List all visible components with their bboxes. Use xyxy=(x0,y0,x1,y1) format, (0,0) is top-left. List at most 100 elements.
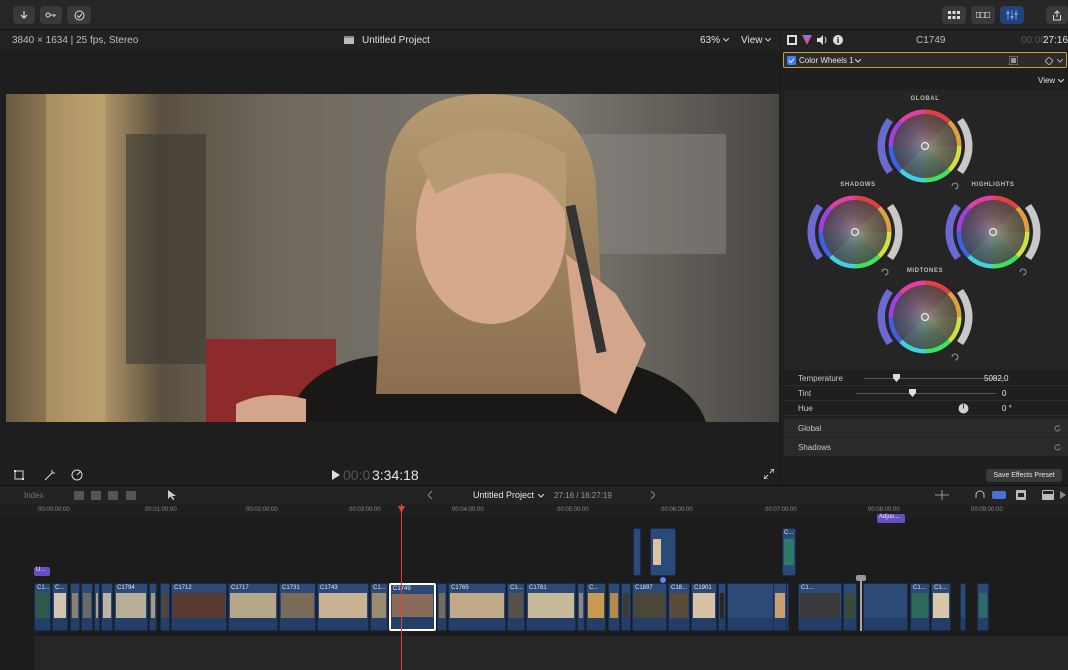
timeline-clip[interactable]: C... xyxy=(52,583,68,631)
timeline-clip[interactable]: C1765 xyxy=(448,583,506,631)
timeline-ruler[interactable]: 00:00:00:00 00:01:00:00 00:02:00:00 00:0… xyxy=(0,504,1068,517)
timeline-clip[interactable] xyxy=(863,583,908,631)
info-icon[interactable] xyxy=(833,35,843,45)
timeline-clip[interactable]: C1731 xyxy=(279,583,316,631)
timeline-clip[interactable] xyxy=(621,583,631,631)
timeline-clip[interactable] xyxy=(437,583,447,631)
viewer-view-menu[interactable]: View xyxy=(741,35,763,46)
timeline-clip[interactable] xyxy=(977,583,989,631)
timeline-clip[interactable]: C18... xyxy=(668,583,690,631)
background-tasks-button[interactable] xyxy=(67,6,91,24)
play-icon[interactable] xyxy=(332,470,340,480)
checkbox-checked-icon[interactable] xyxy=(787,56,796,65)
param-value[interactable]: 0 ° xyxy=(1002,404,1012,413)
reset-icon[interactable] xyxy=(1054,444,1061,451)
index-button[interactable]: Index xyxy=(24,491,44,500)
timeline-clip[interactable] xyxy=(70,583,80,631)
connected-clip[interactable] xyxy=(633,528,641,576)
timeline-clip[interactable]: C1... xyxy=(507,583,525,631)
effect-name[interactable]: Color Wheels 1 xyxy=(799,56,854,65)
timeline-clip[interactable]: C1712 xyxy=(171,583,227,631)
effects-browser-icon[interactable] xyxy=(1042,490,1054,500)
timeline-clip[interactable]: C1897 xyxy=(632,583,667,631)
share-button[interactable] xyxy=(1046,6,1068,24)
mask-icon[interactable] xyxy=(1009,56,1018,65)
chevron-right-icon[interactable] xyxy=(650,491,655,499)
slider-knob[interactable] xyxy=(893,374,900,382)
show-inspector-button[interactable] xyxy=(1000,6,1024,24)
timeline-clip[interactable]: C1901 xyxy=(691,583,717,631)
timeline-project-title[interactable]: Untitled Project xyxy=(473,490,534,500)
connected-clip[interactable]: C... xyxy=(782,528,796,576)
param-value[interactable]: 5082,0 xyxy=(984,374,1008,383)
slider-knob[interactable] xyxy=(909,389,916,397)
show-browser-button[interactable] xyxy=(942,6,966,24)
audio-clip[interactable]: U... xyxy=(34,567,50,576)
chevron-left-icon[interactable] xyxy=(428,491,433,499)
edit-buttons-icon[interactable] xyxy=(74,490,154,501)
video-inspector-icon[interactable] xyxy=(787,35,797,45)
timeline-clip[interactable]: C1... xyxy=(910,583,930,631)
timeline-clip[interactable] xyxy=(773,583,787,631)
timeline-clip[interactable]: C1... xyxy=(34,583,51,631)
timeline-clip[interactable]: C1... xyxy=(370,583,388,631)
transform-icon[interactable] xyxy=(14,470,25,480)
timeline-clip[interactable]: C1743 xyxy=(317,583,369,631)
save-effects-preset-button[interactable]: Save Effects Preset xyxy=(986,469,1062,482)
timeline-clip[interactable] xyxy=(149,583,157,631)
global-wheel[interactable] xyxy=(877,108,973,190)
timeline-clip[interactable] xyxy=(718,583,726,631)
section-shadows[interactable]: Shadows xyxy=(784,437,1068,456)
midtones-wheel[interactable] xyxy=(877,279,973,361)
arrow-cursor-icon[interactable] xyxy=(168,490,176,500)
keyframe-diamond-icon[interactable] xyxy=(1045,57,1053,65)
timeline-clip[interactable] xyxy=(608,583,620,631)
reset-icon[interactable] xyxy=(1054,425,1061,432)
inspector-view-menu[interactable]: View xyxy=(1038,76,1055,85)
play-icon[interactable] xyxy=(1060,491,1066,499)
timeline-clip[interactable]: C1... xyxy=(798,583,842,631)
timeline-clip[interactable]: C1794 xyxy=(114,583,148,631)
param-value[interactable]: 0 xyxy=(1002,389,1006,398)
enhance-wand-icon[interactable] xyxy=(44,469,56,481)
temperature-slider-track[interactable] xyxy=(864,378,1004,379)
section-global[interactable]: Global xyxy=(784,418,1068,437)
timeline-clip[interactable] xyxy=(101,583,113,631)
timeline-clip[interactable]: C1781 xyxy=(526,583,576,631)
tint-slider-track[interactable] xyxy=(856,393,996,394)
import-button[interactable] xyxy=(13,6,35,24)
zoom-level[interactable]: 63% xyxy=(700,35,720,46)
color-inspector-icon[interactable] xyxy=(802,35,812,45)
headphones-icon[interactable] xyxy=(975,490,985,500)
highlights-wheel[interactable] xyxy=(945,194,1041,276)
shadows-wheel[interactable] xyxy=(807,194,903,276)
speed-icon[interactable] xyxy=(71,469,83,481)
audio-inspector-icon[interactable] xyxy=(817,35,828,45)
timeline-clip[interactable] xyxy=(843,583,857,631)
show-timeline-button[interactable] xyxy=(971,6,995,24)
timeline-clip-selected[interactable]: C1749 xyxy=(389,583,436,631)
adjustment-clip[interactable]: Adjus... xyxy=(877,514,905,523)
keywords-button[interactable] xyxy=(40,6,62,24)
timeline-clip[interactable] xyxy=(577,583,585,631)
skimmer-handle[interactable] xyxy=(856,575,866,581)
video-frame[interactable] xyxy=(6,94,779,422)
timeline-clip[interactable]: C... xyxy=(586,583,606,631)
effect-selector[interactable]: Color Wheels 1 xyxy=(783,52,1067,68)
timeline-clip[interactable]: C1... xyxy=(931,583,951,631)
hue-dial-icon[interactable] xyxy=(958,403,969,414)
timeline-clip[interactable] xyxy=(960,583,966,631)
marker[interactable] xyxy=(660,577,666,583)
ruler-label: 00:01:00:00 xyxy=(145,507,177,513)
playhead[interactable] xyxy=(401,504,402,670)
snapping-icon[interactable] xyxy=(992,491,1006,499)
timecode-display[interactable]: 3:34:18 xyxy=(372,467,419,483)
timeline-clip[interactable] xyxy=(94,583,100,631)
clip-appearance-icon[interactable] xyxy=(1016,490,1026,500)
connected-clip[interactable] xyxy=(650,528,676,576)
timeline-clip[interactable]: C1717 xyxy=(228,583,278,631)
timeline-clip[interactable] xyxy=(160,583,170,631)
skimming-icon[interactable] xyxy=(935,490,949,500)
timeline-clip[interactable] xyxy=(81,583,93,631)
fullscreen-icon[interactable] xyxy=(764,469,774,479)
